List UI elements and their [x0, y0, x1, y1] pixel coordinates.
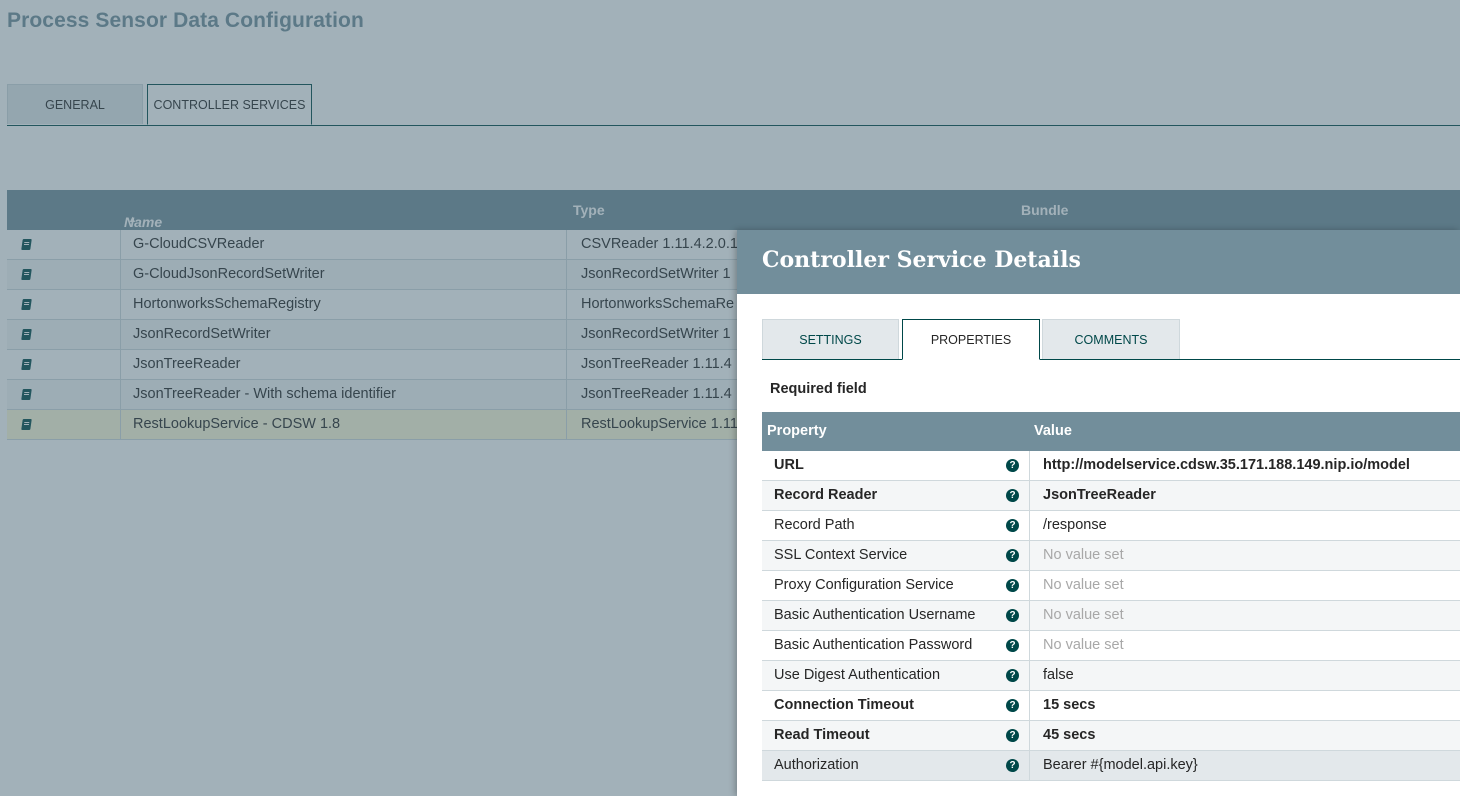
controller-service-details-dialog: Controller Service Details SETTINGS PROP…	[737, 230, 1460, 796]
help-icon[interactable]: ?	[1006, 729, 1019, 742]
property-row[interactable]: Connection Timeout? 15 secs	[762, 691, 1460, 721]
property-value[interactable]: No value set	[1031, 631, 1460, 660]
help-icon[interactable]: ?	[1006, 639, 1019, 652]
property-name: Use Digest Authentication	[762, 661, 1030, 690]
property-name: URL	[762, 451, 1030, 480]
dialog-title: Controller Service Details	[762, 247, 1081, 273]
property-value[interactable]: No value set	[1031, 541, 1460, 570]
help-icon[interactable]: ?	[1006, 549, 1019, 562]
property-name: Authorization	[762, 751, 1030, 780]
property-name: Record Path	[762, 511, 1030, 540]
property-row[interactable]: SSL Context Service? No value set	[762, 541, 1460, 571]
property-value[interactable]: JsonTreeReader	[1031, 481, 1460, 510]
property-name: Basic Authentication Username	[762, 601, 1030, 630]
column-header-value: Value	[1034, 423, 1072, 439]
property-value[interactable]: false	[1031, 661, 1460, 690]
column-header-property: Property	[767, 423, 827, 439]
properties-table: Property Value URL? http://modelservice.c…	[762, 412, 1460, 781]
help-icon[interactable]: ?	[1006, 579, 1019, 592]
property-name: SSL Context Service	[762, 541, 1030, 570]
property-name: Read Timeout	[762, 721, 1030, 750]
property-name: Record Reader	[762, 481, 1030, 510]
help-icon[interactable]: ?	[1006, 759, 1019, 772]
help-icon[interactable]: ?	[1006, 699, 1019, 712]
property-row[interactable]: Basic Authentication Username? No value s…	[762, 601, 1460, 631]
properties-table-header: Property Value	[762, 412, 1460, 451]
property-row[interactable]: Basic Authentication Password? No value s…	[762, 631, 1460, 661]
property-row[interactable]: Authorization? Bearer #{model.api.key}	[762, 751, 1460, 781]
property-value[interactable]: No value set	[1031, 601, 1460, 630]
property-row[interactable]: Use Digest Authentication? false	[762, 661, 1460, 691]
property-row[interactable]: Proxy Configuration Service? No value set	[762, 571, 1460, 601]
property-value[interactable]: http://modelservice.cdsw.35.171.188.149.…	[1031, 451, 1460, 480]
property-value[interactable]: /response	[1031, 511, 1460, 540]
help-icon[interactable]: ?	[1006, 459, 1019, 472]
property-row[interactable]: Record Path? /response	[762, 511, 1460, 541]
property-value[interactable]: Bearer #{model.api.key}	[1031, 751, 1460, 780]
property-value[interactable]: 15 secs	[1031, 691, 1460, 720]
tab-comments[interactable]: COMMENTS	[1042, 319, 1180, 359]
dialog-tabs: SETTINGS PROPERTIES COMMENTS	[762, 319, 1460, 360]
help-icon[interactable]: ?	[1006, 489, 1019, 502]
help-icon[interactable]: ?	[1006, 519, 1019, 532]
property-name: Basic Authentication Password	[762, 631, 1030, 660]
property-name: Proxy Configuration Service	[762, 571, 1030, 600]
tab-properties[interactable]: PROPERTIES	[902, 319, 1040, 360]
dialog-header: Controller Service Details	[737, 230, 1460, 294]
property-row[interactable]: Record Reader? JsonTreeReader	[762, 481, 1460, 511]
property-row[interactable]: Read Timeout? 45 secs	[762, 721, 1460, 751]
required-field-note: Required field	[770, 381, 867, 397]
property-name: Connection Timeout	[762, 691, 1030, 720]
help-icon[interactable]: ?	[1006, 609, 1019, 622]
property-value[interactable]: 45 secs	[1031, 721, 1460, 750]
property-row[interactable]: URL? http://modelservice.cdsw.35.171.188.…	[762, 451, 1460, 481]
tab-settings[interactable]: SETTINGS	[762, 319, 899, 359]
property-value[interactable]: No value set	[1031, 571, 1460, 600]
help-icon[interactable]: ?	[1006, 669, 1019, 682]
